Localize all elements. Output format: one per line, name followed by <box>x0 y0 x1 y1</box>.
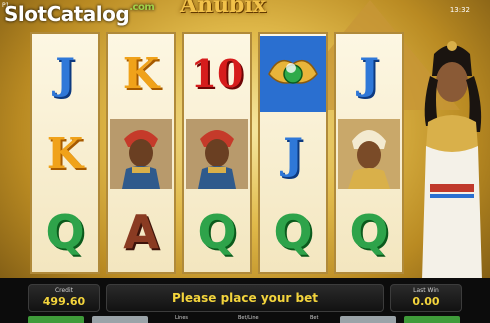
bet-label: Bet <box>310 315 319 321</box>
watermark-logo: SlotCatalog.com <box>4 2 155 26</box>
symbol-pharaoh-portrait <box>108 116 174 192</box>
pharaoh-icon <box>110 119 172 189</box>
reel-1: J K Q <box>30 32 100 274</box>
scarab-icon <box>268 59 318 84</box>
symbol-j: J <box>283 129 303 178</box>
clock: 13:32 <box>449 6 470 14</box>
info-button[interactable] <box>28 316 84 323</box>
reel-4: J Q <box>258 32 328 274</box>
last-win-value: 0.00 <box>412 295 440 308</box>
pharaoh-icon <box>186 119 248 189</box>
symbol-pharaoh-portrait <box>184 116 250 192</box>
symbol-10: 10 <box>190 51 244 96</box>
credit-label: Credit <box>54 287 74 294</box>
reel-5: J Q <box>334 32 404 274</box>
bottom-control-bar: Credit 499.60 Please place your bet Last… <box>0 278 490 323</box>
symbol-k: K <box>122 49 160 98</box>
status-message: Please place your bet <box>171 291 318 305</box>
symbol-q: Q <box>45 205 85 259</box>
symbol-j: J <box>359 49 379 98</box>
credit-value: 499.60 <box>42 295 86 308</box>
game-scene: P1 SlotCatalog.com Anubix 13:32 J K Q K … <box>0 0 490 323</box>
egyptian-queen-icon <box>422 41 482 280</box>
reel-2: K A <box>106 32 176 274</box>
symbol-q: Q <box>273 205 313 259</box>
symbol-q: Q <box>349 205 389 259</box>
last-win-panel: Last Win 0.00 <box>390 284 462 312</box>
autoplay-button[interactable] <box>340 316 396 323</box>
symbol-scarab <box>260 36 326 112</box>
message-panel: Please place your bet <box>106 284 384 312</box>
lines-label: Lines <box>175 315 189 321</box>
reels-area[interactable]: J K Q K A 10 Q J Q J Q <box>30 32 408 274</box>
symbol-a: A <box>123 205 159 259</box>
symbol-j: J <box>55 49 75 98</box>
menu-button[interactable] <box>92 316 148 323</box>
symbol-priest-portrait <box>336 116 402 192</box>
symbol-k: K <box>46 129 84 178</box>
game-title: Anubix <box>180 0 266 18</box>
symbol-q: Q <box>197 205 237 259</box>
start-button[interactable] <box>404 316 460 323</box>
priest-icon <box>338 119 400 189</box>
credit-panel: Credit 499.60 <box>28 284 100 312</box>
last-win-label: Last Win <box>413 287 439 294</box>
reel-3: 10 Q <box>182 32 252 274</box>
bet-line-label: Bet/Line <box>238 315 259 321</box>
